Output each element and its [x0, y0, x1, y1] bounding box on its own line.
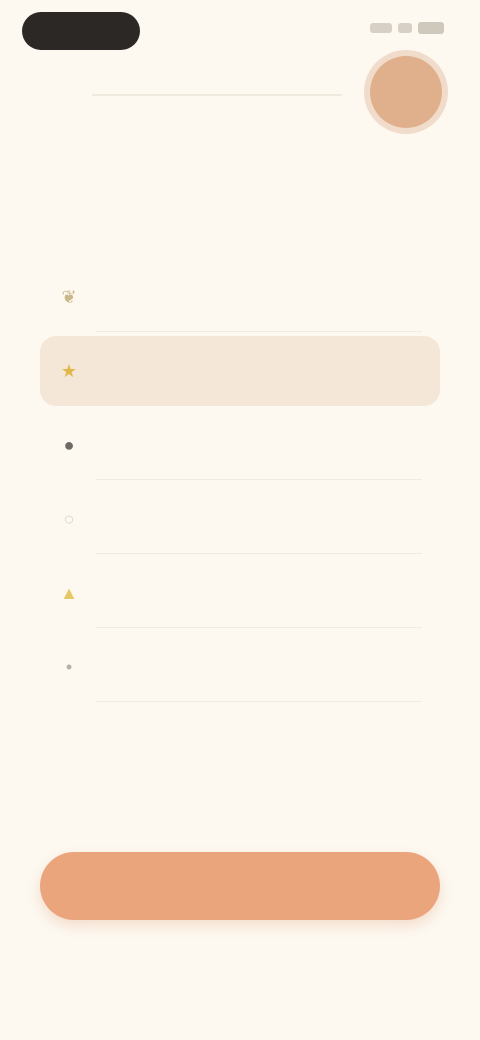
option-item[interactable]: ★	[40, 336, 440, 406]
leaf-icon: ❦	[61, 287, 77, 307]
ring-icon: ○	[63, 509, 75, 529]
circle-icon: ●	[63, 435, 75, 455]
option-list: ❦ ★ ● ○ ▲ •	[40, 262, 440, 706]
progress-track	[92, 94, 342, 96]
status-bar-indicators	[370, 22, 444, 34]
battery-icon	[418, 22, 444, 34]
triangle-icon: ▲	[60, 583, 78, 603]
option-item[interactable]: ●	[40, 410, 440, 480]
option-item[interactable]: •	[40, 632, 440, 702]
wifi-icon	[398, 23, 412, 33]
signal-icon	[370, 23, 392, 33]
star-icon: ★	[60, 361, 78, 381]
option-item[interactable]: ❦	[40, 262, 440, 332]
status-bar-pill	[22, 12, 140, 50]
dot-icon: •	[65, 657, 73, 677]
continue-button[interactable]	[40, 852, 440, 920]
avatar[interactable]	[370, 56, 442, 128]
option-item[interactable]: ▲	[40, 558, 440, 628]
option-item[interactable]: ○	[40, 484, 440, 554]
